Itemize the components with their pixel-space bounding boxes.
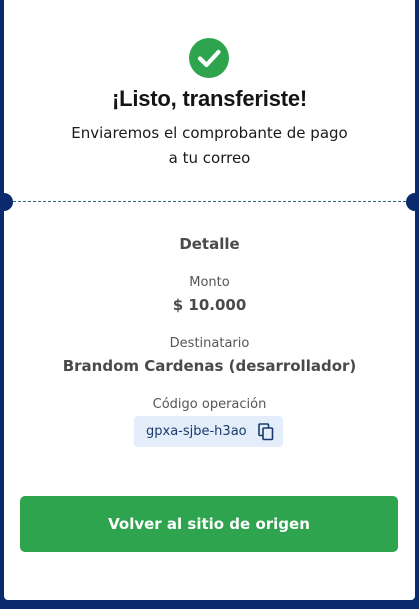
success-message-line2: a tu correo <box>168 149 251 167</box>
detail-heading: Detalle <box>179 235 240 253</box>
success-message-line1: Enviaremos el comprobante de pago <box>71 124 348 142</box>
ticket-notch-right <box>406 193 419 211</box>
operation-code-value: gpxa-sjbe-h3ao <box>146 424 247 439</box>
success-title: ¡Listo, transferiste! <box>111 86 308 111</box>
recipient-label: Destinatario <box>169 336 250 351</box>
operation-code-copy-chip[interactable]: gpxa-sjbe-h3ao <box>134 416 283 447</box>
dashed-divider <box>13 201 406 202</box>
operation-code-label: Código operación <box>152 397 267 412</box>
amount-label: Monto <box>189 275 230 290</box>
recipient-value: Brandom Cardenas (desarrollador) <box>62 357 357 375</box>
check-circle-icon <box>189 38 229 78</box>
ticket-notch-left <box>0 193 13 211</box>
receipt-card: ¡Listo, transferiste! Enviaremos el comp… <box>0 0 419 600</box>
amount-value: $ 10.000 <box>172 296 247 314</box>
copy-icon[interactable] <box>258 423 274 441</box>
return-to-origin-button[interactable]: Volver al sitio de origen <box>20 496 398 552</box>
